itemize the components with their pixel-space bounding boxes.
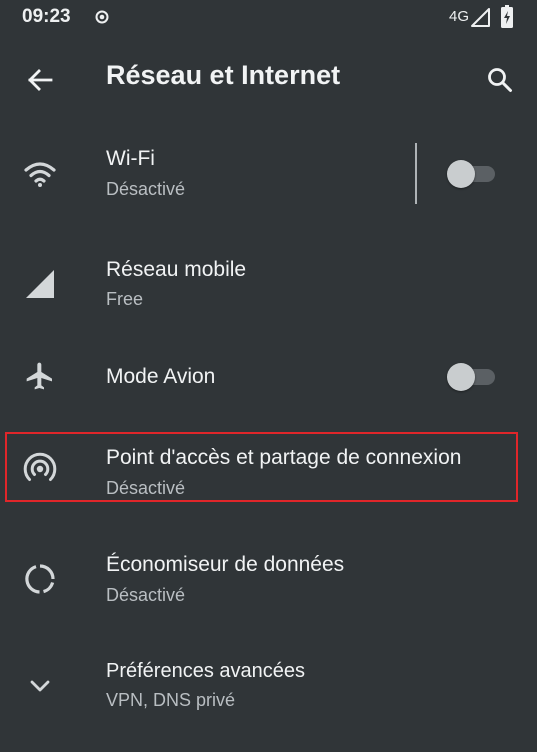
setting-title: Préférences avancées <box>106 660 306 682</box>
wifi-icon <box>24 162 56 187</box>
airplane-mode-toggle[interactable] <box>447 361 495 391</box>
toggle-thumb <box>447 363 475 391</box>
setting-subtitle: VPN, DNS privé <box>106 690 236 710</box>
arrow-back-icon <box>28 69 53 91</box>
setting-subtitle: Désactivé <box>106 478 186 498</box>
airplane-icon-wrap <box>20 356 60 396</box>
page-title: Réseau et Internet <box>106 60 341 90</box>
search-icon <box>488 68 512 92</box>
status-time: 09:23 <box>22 6 71 27</box>
search-button[interactable] <box>478 58 522 102</box>
chevron-down-icon <box>30 680 50 692</box>
setting-subtitle: Free <box>106 289 144 309</box>
cell-icon-wrap <box>20 264 60 304</box>
setting-title: Réseau mobile <box>106 258 247 281</box>
setting-row-data-saver[interactable]: Économiseur de données Désactivé <box>0 530 537 626</box>
setting-row-advanced[interactable]: Préférences avancées VPN, DNS privé <box>0 640 537 736</box>
app-bar: Réseau et Internet <box>0 44 537 112</box>
chevron-icon-wrap <box>20 666 60 706</box>
data-saver-icon-wrap <box>20 559 60 599</box>
signal-icon <box>471 8 490 27</box>
setting-row-airplane-mode[interactable]: Mode Avion <box>0 340 537 414</box>
battery-charging-icon <box>501 5 513 28</box>
wifi-icon-wrap <box>20 154 60 194</box>
divider <box>415 143 417 204</box>
back-button[interactable] <box>20 60 60 100</box>
cellular-signal-icon <box>26 270 54 298</box>
setting-title: Point d'accès et partage de connexion <box>106 446 462 469</box>
status-bar: 09:23 4G <box>0 0 537 36</box>
record-icon <box>95 10 109 24</box>
setting-title: Économiseur de données <box>106 553 345 576</box>
hotspot-icon <box>23 452 57 481</box>
network-type: 4G <box>449 8 470 25</box>
airplane-icon <box>26 362 52 390</box>
setting-title: Wi-Fi <box>106 147 155 170</box>
hotspot-icon-wrap <box>20 449 60 489</box>
toggle-thumb <box>447 160 475 188</box>
wifi-toggle[interactable] <box>447 158 495 188</box>
setting-title: Mode Avion <box>106 365 216 388</box>
setting-subtitle: Désactivé <box>106 179 186 199</box>
data-saver-icon <box>25 564 55 594</box>
setting-row-mobile-network[interactable]: Réseau mobile Free <box>0 236 537 332</box>
setting-subtitle: Désactivé <box>106 585 186 605</box>
setting-row-hotspot[interactable]: Point d'accès et partage de connexion Dé… <box>0 432 537 502</box>
